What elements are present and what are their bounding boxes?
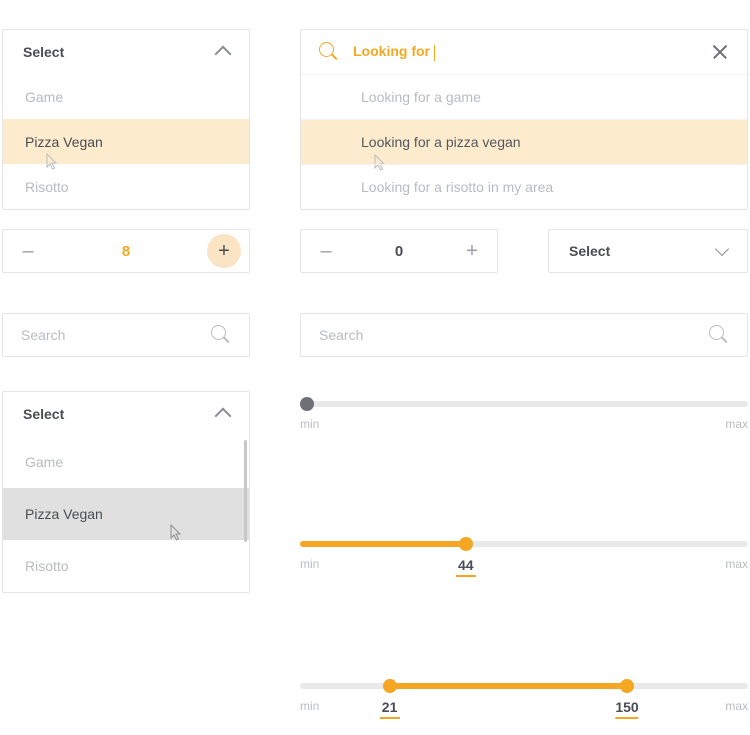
option-label: Risotto: [25, 179, 69, 195]
slider-min-label: min: [300, 557, 319, 571]
slider-single[interactable]: min max 44: [300, 533, 748, 593]
suggestion-label: Looking for a game: [361, 89, 481, 105]
chevron-up-icon: [215, 46, 232, 63]
clear-icon[interactable]: [711, 43, 729, 61]
suggestion-label: Looking for a risotto in my area: [361, 179, 553, 195]
stepper-minus-button[interactable]: –: [11, 234, 45, 268]
stepper-value: 8: [122, 243, 130, 260]
stepper-mid[interactable]: – 0 +: [300, 229, 498, 273]
option-label: Risotto: [25, 558, 69, 574]
search-input-wide[interactable]: Search: [300, 313, 748, 357]
slider-low-label: 21: [380, 699, 400, 719]
search-input-small[interactable]: Search: [2, 313, 250, 357]
search-placeholder: Search: [21, 327, 65, 343]
chevron-up-icon: [215, 408, 232, 425]
slider-fill: [300, 541, 466, 547]
slider-min[interactable]: min max: [300, 393, 748, 453]
autocomplete-suggestion[interactable]: Looking for a game: [301, 74, 747, 119]
dropdown-option[interactable]: Pizza Vegan: [3, 119, 249, 164]
select-label: Select: [23, 44, 64, 60]
stepper-plus-button[interactable]: +: [455, 234, 489, 268]
select-label: Select: [23, 406, 64, 422]
dropdown-option[interactable]: Game: [3, 436, 249, 488]
dropdown-option[interactable]: Risotto: [3, 540, 249, 592]
slider-thumb[interactable]: [459, 537, 473, 551]
search-icon: [709, 325, 729, 345]
slider-min-label: min: [300, 417, 319, 431]
slider-thumb-low[interactable]: [383, 679, 397, 693]
option-label: Pizza Vegan: [25, 134, 103, 150]
select-label: Select: [569, 243, 610, 259]
autocomplete-query: Looking for: [353, 43, 430, 59]
autocomplete-suggestion[interactable]: Looking for a risotto in my area: [301, 164, 747, 209]
option-label: Game: [25, 89, 63, 105]
dropdown-option[interactable]: Pizza Vegan: [3, 488, 249, 540]
autocomplete-input-row[interactable]: Looking for: [301, 30, 747, 74]
autocomplete-suggestion[interactable]: Looking for a pizza vegan: [301, 119, 747, 164]
select-closed[interactable]: Select: [548, 229, 748, 273]
autocomplete-input[interactable]: Looking for: [353, 43, 697, 60]
stepper-value: 0: [395, 243, 403, 260]
slider-fill: [390, 683, 627, 689]
search-icon: [211, 325, 231, 345]
option-label: Game: [25, 454, 63, 470]
dropdown-option[interactable]: Risotto: [3, 164, 249, 209]
slider-value-label: 44: [456, 557, 476, 577]
stepper-left[interactable]: – 8 +: [2, 229, 250, 273]
select-dropdown-2[interactable]: Select Game Pizza Vegan Risotto: [2, 391, 250, 593]
stepper-minus-button[interactable]: –: [309, 234, 343, 268]
slider-max-label: max: [725, 699, 748, 713]
dropdown-option[interactable]: Game: [3, 74, 249, 119]
slider-high-label: 150: [615, 699, 638, 719]
search-placeholder: Search: [319, 327, 363, 343]
stepper-plus-button[interactable]: +: [207, 234, 241, 268]
slider-min-label: min: [300, 699, 319, 713]
option-label: Pizza Vegan: [25, 506, 103, 522]
slider-thumb[interactable]: [300, 397, 314, 411]
search-icon: [319, 42, 339, 62]
text-caret: [434, 45, 435, 61]
select-header[interactable]: Select: [3, 392, 249, 436]
suggestion-label: Looking for a pizza vegan: [361, 134, 521, 150]
slider-range[interactable]: min max 21 150: [300, 675, 748, 735]
scrollbar[interactable]: [244, 440, 247, 542]
slider-thumb-high[interactable]: [620, 679, 634, 693]
select-dropdown-1[interactable]: Select Game Pizza Vegan Risotto: [2, 29, 250, 210]
select-header[interactable]: Select: [3, 30, 249, 74]
autocomplete[interactable]: Looking for Looking for a game Looking f…: [300, 29, 748, 210]
slider-max-label: max: [725, 557, 748, 571]
slider-max-label: max: [725, 417, 748, 431]
chevron-down-icon: [715, 242, 729, 256]
slider-track: [300, 401, 748, 407]
